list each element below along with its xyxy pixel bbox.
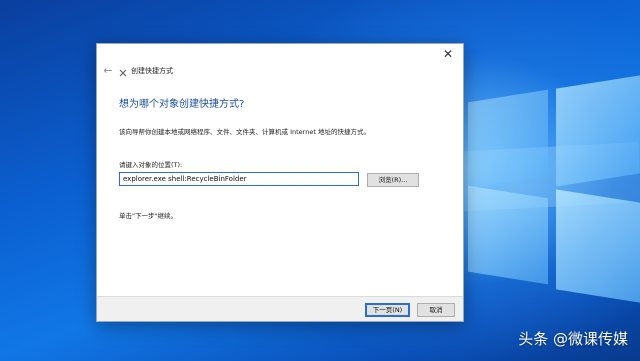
wizard-heading: 想为哪个对象创建快捷方式?	[119, 99, 245, 110]
windows-logo-pane-top-right	[556, 75, 640, 187]
dialog-title: 创建快捷方式	[131, 67, 173, 75]
wizard-description: 该向导帮你创建本地或网络程序、文件、文件夹、计算机或 Internet 地址的快…	[119, 128, 370, 136]
close-icon[interactable]: ✕	[439, 46, 457, 62]
browse-button[interactable]: 浏览(R)...	[367, 173, 419, 187]
next-button[interactable]: 下一页(N)	[365, 303, 410, 317]
windows-logo-pane-bottom-left	[468, 185, 548, 285]
cancel-button[interactable]: 取消	[417, 303, 455, 317]
watermark: 头条 @微课传媒	[518, 330, 628, 348]
back-arrow-icon[interactable]: ←	[101, 64, 115, 78]
windows-logo-pane-top-left	[468, 89, 548, 189]
dialog-footer: 下一页(N) 取消	[97, 296, 463, 321]
desktop-background: ✕ ← 创建快捷方式 想为哪个对象创建快捷方式? 该向导帮你创建本地或网络程序、…	[0, 0, 640, 361]
location-input[interactable]	[119, 172, 359, 186]
location-label: 请键入对象的位置(T):	[119, 161, 183, 169]
shortcut-wizard-icon	[118, 68, 128, 78]
windows-logo-pane-bottom-right	[556, 189, 640, 303]
continue-hint: 单击"下一步"继续。	[119, 212, 177, 220]
create-shortcut-dialog: ✕ ← 创建快捷方式 想为哪个对象创建快捷方式? 该向导帮你创建本地或网络程序、…	[96, 43, 464, 322]
